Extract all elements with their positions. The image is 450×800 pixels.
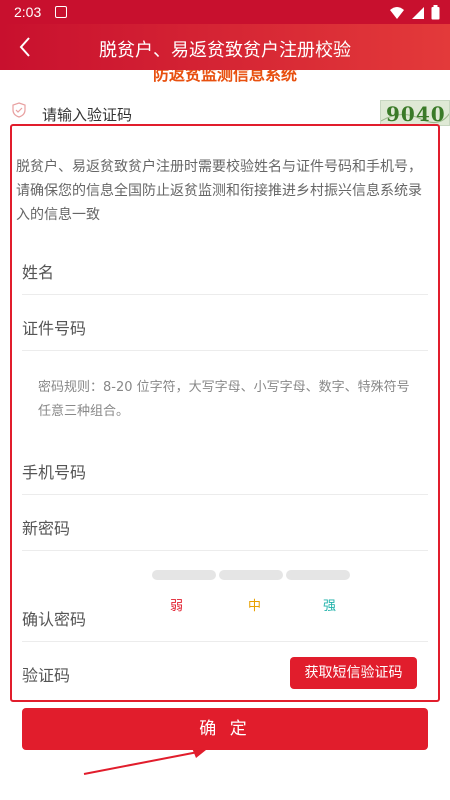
arrow-annotation <box>83 748 206 775</box>
wifi-icon <box>390 6 404 19</box>
strength-bar-weak <box>152 570 216 580</box>
signal-icon <box>412 6 424 19</box>
status-icons <box>389 5 440 20</box>
phone-field[interactable]: 手机号码 <box>22 443 428 495</box>
new-password-label: 新密码 <box>22 519 71 538</box>
notice-text: 脱贫户、易返贫致贫户注册时需要校验姓名与证件号码和手机号，请确保您的信息全国防止… <box>16 159 422 223</box>
header-strip: 防返贫监测信息系统 <box>0 70 450 88</box>
status-time: 2:03 <box>14 4 42 20</box>
shield-icon <box>12 102 26 118</box>
captcha-input[interactable]: 请输入验证码 <box>42 104 132 125</box>
name-field[interactable]: 姓名 <box>22 243 428 295</box>
system-title: 防返贫监测信息系统 <box>152 70 297 84</box>
title-bar: 脱贫户、易返贫致贫户注册校验 <box>0 24 450 70</box>
confirm-password-label: 确认密码 <box>22 610 87 629</box>
notification-icon <box>55 6 67 18</box>
verify-code-label: 验证码 <box>22 666 71 685</box>
strength-bar-medium <box>219 570 283 580</box>
captcha-image[interactable]: 9040 <box>380 100 450 126</box>
page-title: 脱贫户、易返贫致贫户注册校验 <box>99 40 351 61</box>
battery-icon <box>431 5 440 20</box>
get-sms-code-button[interactable]: 获取短信验证码 <box>290 657 417 689</box>
strength-bar-strong <box>286 570 350 580</box>
id-field[interactable]: 证件号码 <box>22 299 428 351</box>
phone-label: 手机号码 <box>22 463 87 482</box>
captcha-image-text: 9040 <box>386 102 446 126</box>
id-label: 证件号码 <box>22 319 87 338</box>
status-bar: 2:03 <box>0 0 450 24</box>
password-rule: 密码规则：8-20 位字符，大写字母、小写字母、数字、特殊符号任意三种组合。 <box>38 380 410 419</box>
name-label: 姓名 <box>22 263 55 282</box>
new-password-field[interactable]: 新密码 <box>22 499 428 551</box>
confirm-password-field[interactable]: 确认密码 <box>22 590 428 642</box>
